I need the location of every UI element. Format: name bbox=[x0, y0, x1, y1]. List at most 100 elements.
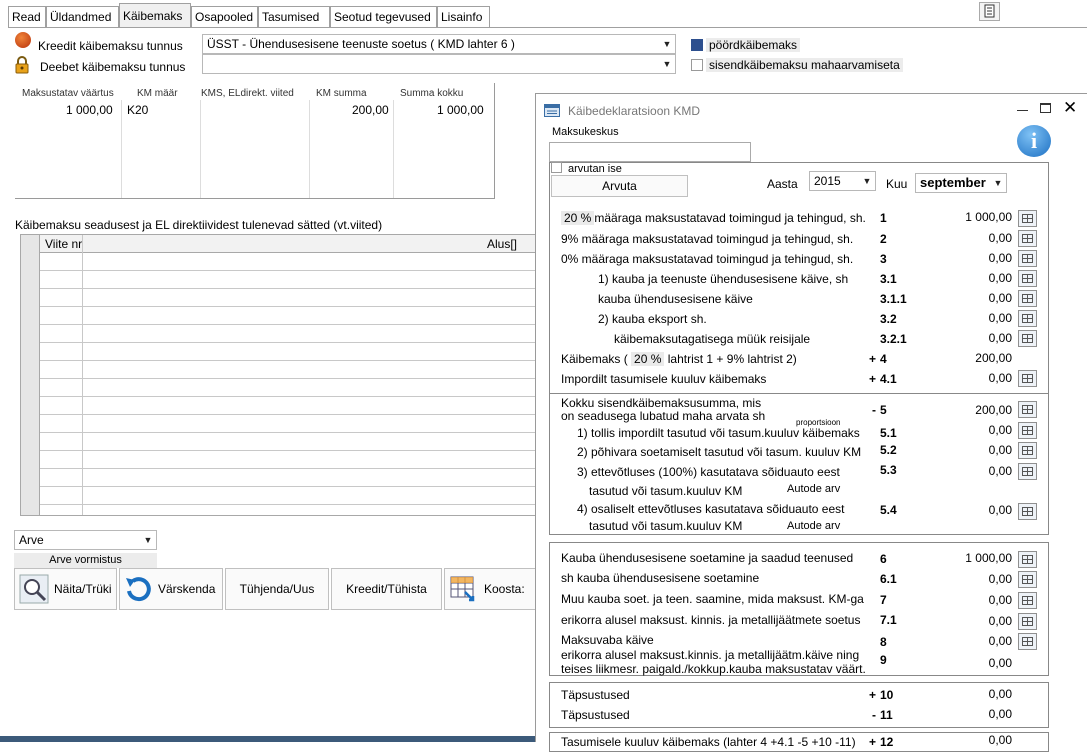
table-row[interactable] bbox=[21, 325, 535, 343]
kmd-row-9-label-2: teises liikmesr. paigald./kokkup.kauba m… bbox=[561, 662, 866, 676]
code-10: 10 bbox=[880, 688, 894, 702]
cell-total[interactable]: 1 000,00 bbox=[437, 103, 484, 117]
kmd-row-7-1-label: erikorra alusel maksust. kinnis. ja meta… bbox=[561, 613, 861, 627]
calculate-button[interactable]: Arvuta bbox=[551, 175, 688, 197]
kmd-row-5-2-label: 2) põhivara soetamiselt tasutud või tasu… bbox=[577, 445, 862, 459]
maximize-icon[interactable] bbox=[1040, 103, 1051, 113]
calculator-icon[interactable] bbox=[1018, 330, 1037, 347]
table-row[interactable] bbox=[21, 469, 535, 487]
self-calc-checkbox[interactable] bbox=[551, 162, 562, 173]
calculator-icon[interactable] bbox=[1018, 422, 1037, 439]
table-row[interactable] bbox=[21, 397, 535, 415]
kmd-row-2-label: 9% määraga maksustatavad toimingud ja te… bbox=[561, 232, 854, 246]
cell-vat-rate[interactable]: K20 bbox=[127, 103, 148, 117]
table-row[interactable] bbox=[21, 307, 535, 325]
calculator-icon[interactable] bbox=[1018, 290, 1037, 307]
kmd-row-6-label: Kauba ühendusesisene soetamine ja saadud… bbox=[561, 551, 854, 565]
calculator-icon[interactable] bbox=[1018, 613, 1037, 630]
kmd-row-4-post: lahtrist 1 + 9% lahtrist 2) bbox=[667, 352, 797, 366]
close-icon[interactable]: ✕ bbox=[1063, 99, 1077, 116]
debit-vat-select[interactable]: ▼ bbox=[202, 54, 676, 74]
table-row[interactable] bbox=[21, 487, 535, 505]
table-row[interactable] bbox=[21, 253, 535, 271]
document-icon[interactable] bbox=[979, 2, 1000, 21]
table-row[interactable] bbox=[21, 343, 535, 361]
tax-center-input[interactable] bbox=[549, 142, 751, 162]
document-type-select[interactable]: Arve ▼ bbox=[14, 530, 157, 550]
cell-taxable-value[interactable]: 1 000,00 bbox=[66, 103, 113, 117]
year-value: 2015 bbox=[814, 174, 841, 188]
invoice-format-label: Arve vormistus bbox=[14, 553, 157, 568]
refresh-button[interactable]: Värskenda bbox=[119, 568, 223, 610]
cell-vat-amount[interactable]: 200,00 bbox=[352, 103, 389, 117]
credit-record-icon bbox=[15, 32, 31, 48]
calculator-icon[interactable] bbox=[1018, 401, 1037, 418]
calculator-icon[interactable] bbox=[1018, 503, 1037, 520]
show-print-label: Näita/Trüki bbox=[54, 582, 112, 596]
table-row[interactable] bbox=[21, 451, 535, 469]
calculator-icon[interactable] bbox=[1018, 310, 1037, 327]
code-4: 4 bbox=[880, 352, 887, 366]
show-print-button[interactable]: Näita/Trüki bbox=[14, 568, 117, 610]
table-row[interactable] bbox=[21, 361, 535, 379]
calculator-icon[interactable] bbox=[1018, 230, 1037, 247]
car-count-label: Autode arv bbox=[787, 520, 841, 532]
value-5: 200,00 bbox=[975, 403, 1012, 417]
rate-20-badge: 20 % bbox=[631, 352, 665, 366]
tab-lisainfo[interactable]: Lisainfo bbox=[437, 6, 490, 27]
law-references-grid[interactable]: Viite nr Alus[] bbox=[20, 234, 536, 516]
tab-read[interactable]: Read bbox=[8, 6, 46, 27]
credit-vat-select[interactable]: ÜSST - Ühendusesisene teenuste soetus ( … bbox=[202, 34, 676, 54]
kmd-row-5-label-2: on seadusega lubatud maha arvata sh bbox=[561, 409, 766, 423]
compose-button[interactable]: Koosta: bbox=[444, 568, 536, 610]
input-vat-checkbox[interactable] bbox=[691, 59, 703, 71]
credit-cancel-button[interactable]: Kreedit/Tühista bbox=[331, 568, 442, 610]
code-7: 7 bbox=[880, 593, 887, 607]
kmd-row-12-label: Tasumisele kuuluv käibemaks (lahter 4 +4… bbox=[561, 735, 856, 749]
calculator-icon[interactable] bbox=[1018, 551, 1037, 568]
value-8: 0,00 bbox=[988, 634, 1012, 648]
reverse-vat-checkbox[interactable] bbox=[691, 39, 703, 51]
kmd-dialog[interactable]: Käibedeklaratsioon KMD ✕ Maksukeskus i a… bbox=[535, 93, 1087, 752]
minimize-icon[interactable] bbox=[1017, 110, 1028, 111]
year-label: Aasta bbox=[767, 177, 798, 191]
tab-tasumised[interactable]: Tasumised bbox=[258, 6, 330, 27]
clear-new-button[interactable]: Tühjenda/Uus bbox=[225, 568, 329, 610]
table-row[interactable] bbox=[21, 271, 535, 289]
calculator-icon[interactable] bbox=[1018, 463, 1037, 480]
kmd-row-4-pre: Käibemaks ( bbox=[561, 352, 628, 366]
kmd-row-8-label: Maksuvaba käive bbox=[561, 633, 654, 647]
kmd-row-10-label: Täpsustused bbox=[561, 688, 630, 702]
calculator-icon[interactable] bbox=[1018, 592, 1037, 609]
table-row[interactable] bbox=[21, 415, 535, 433]
tab-kaibemaks[interactable]: Käibemaks bbox=[119, 3, 191, 28]
calculator-icon[interactable] bbox=[1018, 250, 1037, 267]
vat-col-divider bbox=[121, 100, 122, 198]
calculator-icon[interactable] bbox=[1018, 370, 1037, 387]
table-row[interactable] bbox=[21, 289, 535, 307]
value-5-3: 0,00 bbox=[988, 464, 1012, 478]
dialog-titlebar[interactable]: Käibedeklaratsioon KMD ✕ bbox=[536, 94, 1087, 124]
code-11: 11 bbox=[880, 708, 893, 722]
table-row[interactable] bbox=[21, 379, 535, 397]
calculator-icon[interactable] bbox=[1018, 210, 1037, 227]
magnifier-icon bbox=[19, 574, 49, 604]
calculator-icon[interactable] bbox=[1018, 442, 1037, 459]
value-6-1: 0,00 bbox=[988, 572, 1012, 586]
kmd-row-3-2-1-label: käibemaksutagatisega müük reisijale bbox=[614, 332, 811, 346]
tab-uldandmed[interactable]: Üldandmed bbox=[46, 6, 119, 27]
year-select[interactable]: 2015 ▼ bbox=[809, 171, 876, 191]
calculator-icon[interactable] bbox=[1018, 571, 1037, 588]
code-5-1: 5.1 bbox=[880, 426, 897, 440]
tab-seotud-tegevused[interactable]: Seotud tegevused bbox=[330, 6, 437, 27]
col-vat-amount: KM summa bbox=[316, 88, 367, 99]
table-row[interactable] bbox=[21, 433, 535, 451]
info-icon[interactable]: i bbox=[1017, 125, 1051, 157]
tab-osapooled[interactable]: Osapooled bbox=[191, 6, 258, 27]
chevron-down-icon: ▼ bbox=[662, 59, 672, 69]
calculator-icon[interactable] bbox=[1018, 633, 1037, 650]
calculator-icon[interactable] bbox=[1018, 270, 1037, 287]
month-select[interactable]: september ▼ bbox=[915, 173, 1007, 193]
kmd-row-6-1-label: sh kauba ühendusesisene soetamine bbox=[561, 571, 760, 585]
code-5: 5 bbox=[880, 403, 887, 417]
